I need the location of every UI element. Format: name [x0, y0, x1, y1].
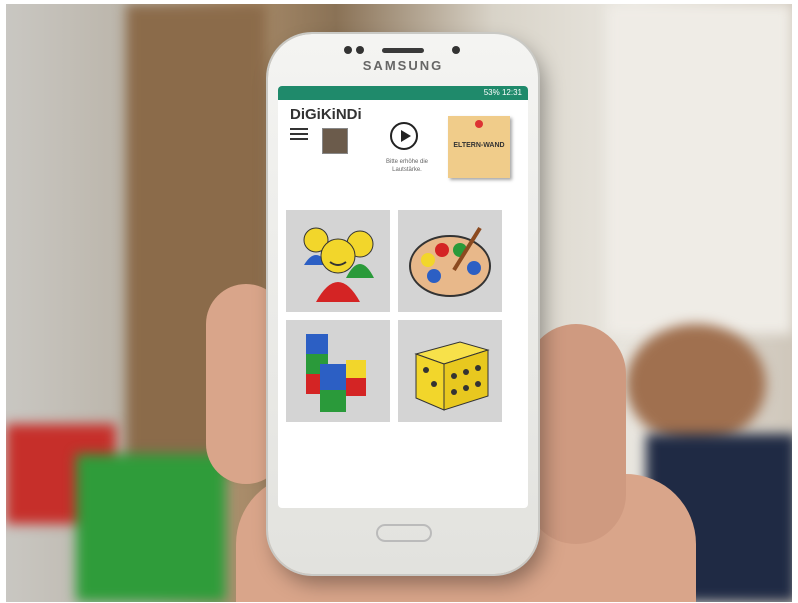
sensor — [344, 46, 352, 54]
app-logo: DiGiKiNDi — [290, 106, 362, 123]
paint-palette-icon — [409, 226, 491, 297]
child — [626, 324, 766, 444]
app-screen: 53% 12:31 DiGiKiNDi Bitte erhöhe die Lau… — [278, 86, 528, 508]
wardrobe — [606, 4, 792, 334]
dice-icon — [414, 341, 490, 411]
group-faces-icon — [303, 227, 374, 302]
avatar[interactable] — [322, 128, 348, 154]
smartphone: SAMSUNG 53% 12:31 DiGiKiNDi Bitte erhöhe… — [268, 34, 538, 574]
tile-painting[interactable] — [398, 210, 502, 312]
front-camera — [452, 46, 460, 54]
tile-group[interactable] — [286, 210, 390, 312]
app-header: DiGiKiNDi Bitte erhöhe die Lautstärke. E… — [278, 100, 528, 200]
tile-dice[interactable] — [398, 320, 502, 422]
earpiece — [382, 48, 424, 53]
play-button[interactable] — [390, 122, 418, 150]
tile-blocks[interactable] — [286, 320, 390, 422]
building-blocks-icon — [306, 334, 366, 412]
home-button[interactable] — [376, 524, 432, 542]
photo-background: SAMSUNG 53% 12:31 DiGiKiNDi Bitte erhöhe… — [6, 4, 792, 602]
phone-brand: SAMSUNG — [362, 58, 444, 73]
thumb — [526, 324, 626, 544]
green-box — [76, 454, 226, 602]
parent-board-button[interactable]: ELTERN-WAND — [448, 116, 510, 178]
sensor-2 — [356, 46, 364, 54]
menu-icon[interactable] — [290, 128, 308, 143]
volume-hint: Bitte erhöhe die Lautstärke. — [385, 159, 429, 173]
pin-icon — [475, 120, 483, 128]
status-bar: 53% 12:31 — [278, 86, 528, 100]
